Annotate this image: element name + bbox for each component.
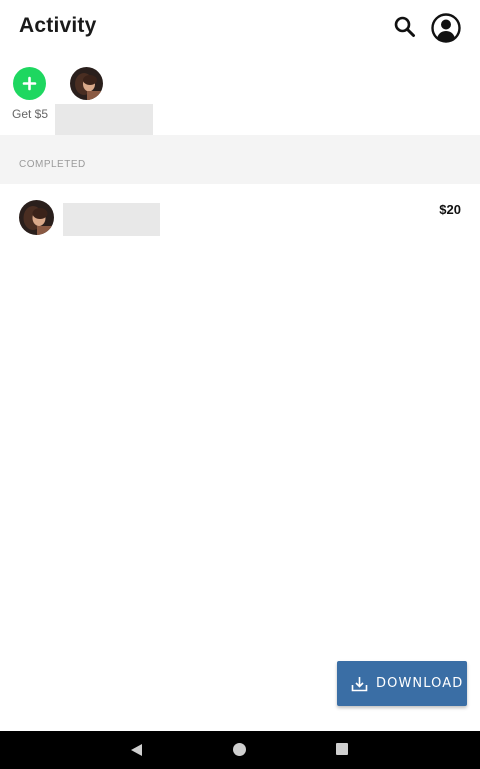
transaction-amount: $20 (439, 202, 461, 217)
add-contact-button[interactable] (13, 67, 46, 100)
recents-square-icon[interactable] (336, 743, 348, 755)
system-navigation-bar (0, 731, 480, 769)
account-button[interactable] (430, 12, 462, 44)
home-circle-icon[interactable] (233, 743, 246, 756)
account-circle-icon (431, 13, 461, 43)
get-reward-label: Get $5 (11, 107, 49, 121)
back-triangle-icon[interactable] (130, 743, 143, 757)
search-button[interactable] (392, 14, 418, 40)
contact-name-placeholder (55, 104, 153, 136)
quick-actions-row: Get $5 (0, 60, 480, 136)
download-button[interactable]: DOWNLOAD (337, 661, 467, 706)
download-label: DOWNLOAD (376, 676, 464, 691)
contact-avatar[interactable] (70, 67, 103, 100)
avatar-photo (19, 200, 54, 235)
transaction-name-placeholder (63, 203, 160, 236)
download-icon (351, 677, 368, 692)
app-header: Activity (0, 0, 480, 56)
plus-icon (22, 76, 37, 91)
transaction-row[interactable]: $20 (0, 184, 480, 250)
section-label-completed: COMPLETED (19, 159, 86, 170)
section-header: COMPLETED (0, 135, 480, 184)
avatar-photo (70, 67, 103, 100)
page-title: Activity (19, 14, 97, 37)
search-icon (394, 16, 415, 37)
transaction-avatar (19, 200, 54, 235)
